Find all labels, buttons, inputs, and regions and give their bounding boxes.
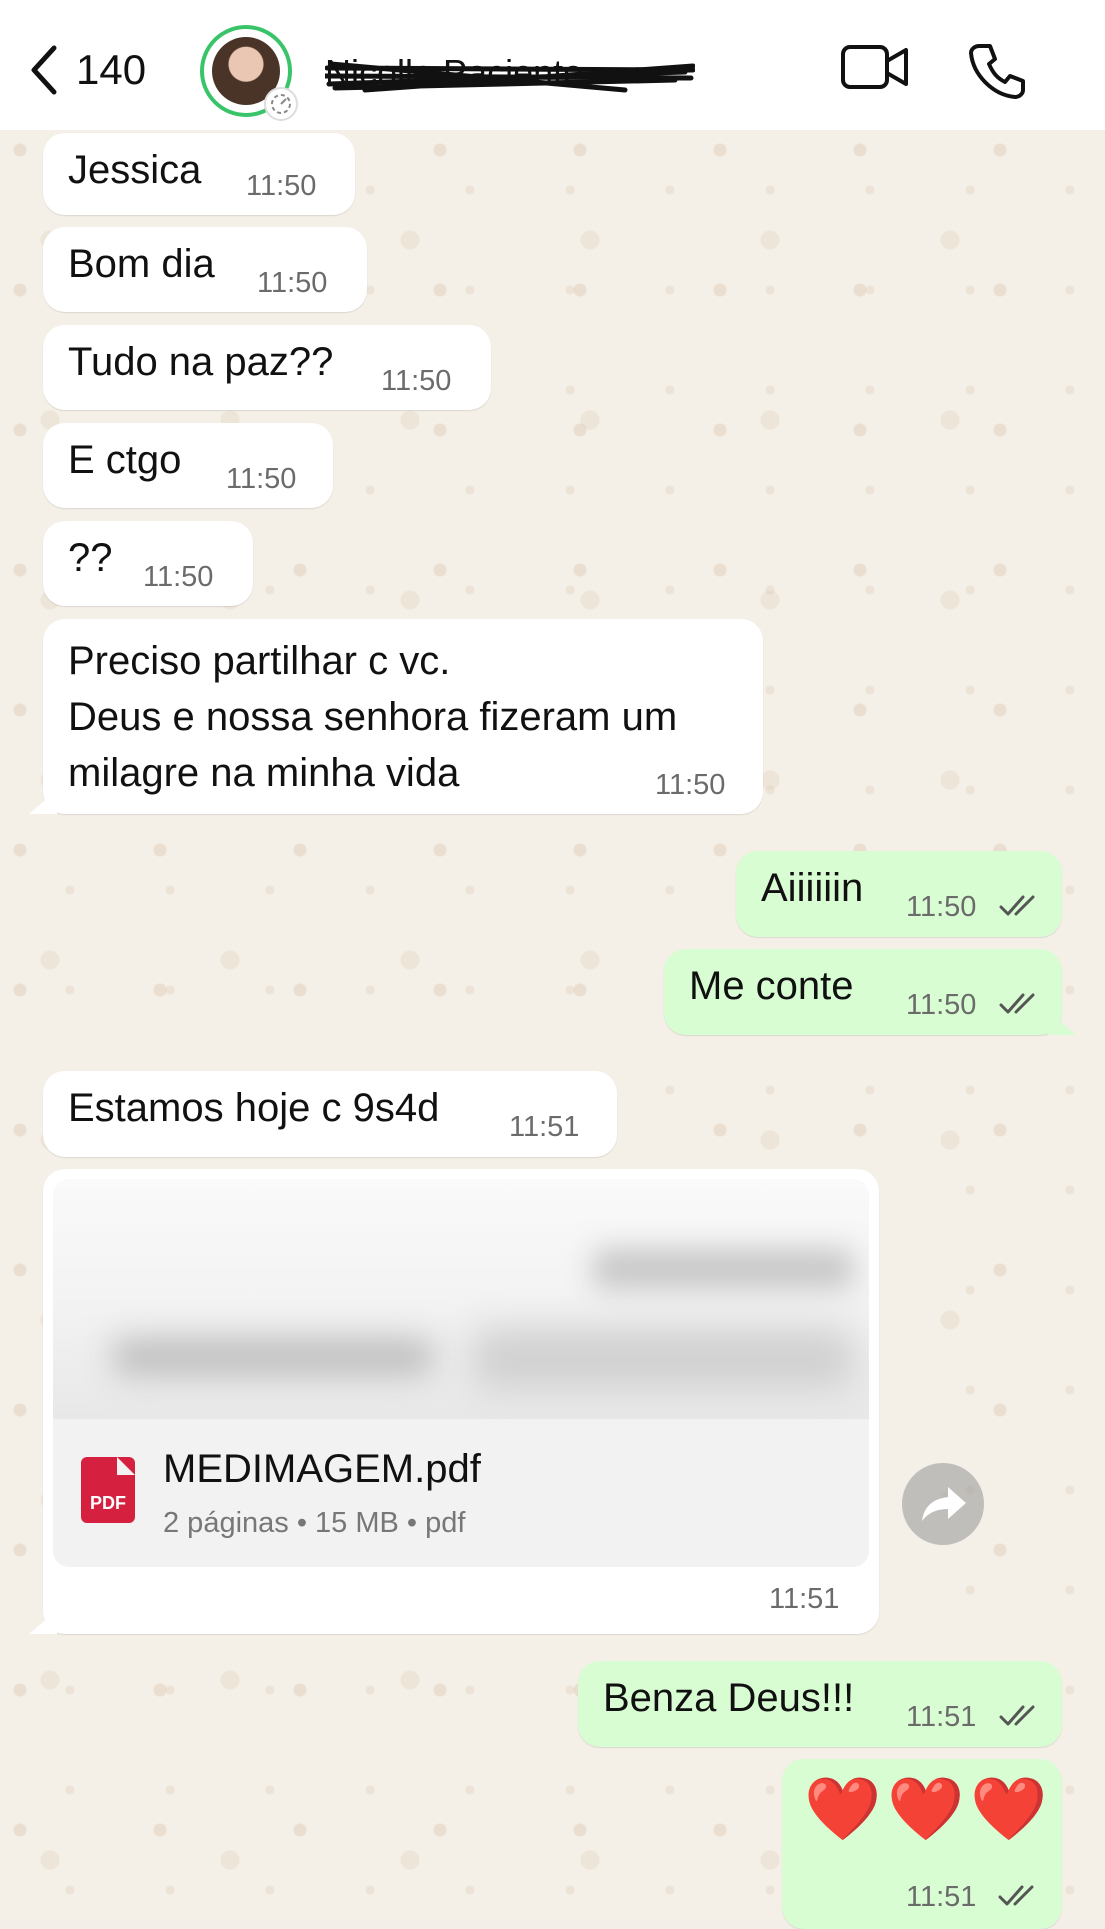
document-name: MEDIMAGEM.pdf [163, 1447, 481, 1491]
message-time: 11:50 [246, 170, 317, 202]
pdf-file-icon: PDF [81, 1457, 135, 1523]
message-line: Preciso partilhar c vc. [68, 639, 451, 683]
phone-icon[interactable] [968, 42, 1026, 100]
message-text: Bom dia [68, 242, 215, 286]
message-text: Me conte [689, 964, 854, 1008]
bubble-tail [29, 1610, 57, 1634]
message-text: ?? [68, 536, 113, 580]
double-check-icon [998, 1885, 1034, 1906]
forward-button[interactable] [902, 1463, 984, 1545]
message-time: 11:50 [655, 769, 726, 801]
unread-count: 140 [76, 46, 147, 93]
message-time: 11:50 [143, 561, 214, 593]
message-text: E ctgo [68, 438, 182, 482]
message-text: Aiiiiiin [761, 866, 864, 910]
status-update-icon [264, 87, 298, 121]
message-outgoing[interactable]: Aiiiiiin 11:50 [736, 851, 1062, 937]
message-incoming[interactable]: Jessica 11:50 [43, 133, 355, 215]
back-button[interactable]: 140 [28, 44, 146, 96]
message-incoming[interactable]: Bom dia 11:50 [43, 227, 367, 312]
document-preview[interactable] [53, 1179, 869, 1419]
bubble-tail [29, 790, 57, 814]
double-check-icon [999, 895, 1035, 916]
message-incoming[interactable]: Preciso partilhar c vc. Deus e nossa sen… [29, 619, 763, 814]
message-text-multiline: Preciso partilhar c vc. Deus e nossa sen… [68, 633, 677, 801]
message-text: Jessica [68, 148, 202, 192]
message-text: Tudo na paz?? [68, 340, 334, 384]
message-time: 11:51 [906, 1701, 977, 1733]
message-time: 11:51 [509, 1111, 580, 1143]
message-outgoing[interactable]: Benza Deus!!! 11:51 [578, 1661, 1062, 1747]
message-time: 11:51 [769, 1583, 840, 1615]
message-time: 11:51 [906, 1881, 977, 1913]
emoji-hearts: ❤️❤️❤️ [804, 1775, 1054, 1844]
message-incoming[interactable]: ?? 11:50 [43, 521, 253, 606]
document-meta: 2 páginas • 15 MB • pdf [163, 1507, 466, 1539]
message-time: 11:50 [257, 267, 328, 299]
message-text: Estamos hoje c 9s4d [68, 1086, 440, 1130]
message-time: 11:50 [226, 463, 297, 495]
contact-avatar[interactable] [200, 25, 298, 121]
message-document[interactable]: PDF MEDIMAGEM.pdf 2 páginas • 15 MB • pd… [29, 1169, 879, 1634]
redaction-scribble [325, 61, 695, 93]
double-check-icon [999, 993, 1035, 1014]
chat-area[interactable]: Jessica 11:50 Bom dia 11:50 Tudo na paz?… [0, 130, 1105, 1929]
document-info[interactable]: PDF MEDIMAGEM.pdf 2 páginas • 15 MB • pd… [53, 1419, 869, 1567]
double-check-icon [999, 1705, 1035, 1726]
chat-header: 140 Nicolle Paciente [0, 0, 1105, 130]
message-line: milagre na minha vida [68, 751, 460, 795]
message-text: Benza Deus!!! [603, 1676, 855, 1720]
forward-icon [922, 1487, 966, 1521]
message-line: Deus e nossa senhora fizeram um [68, 695, 678, 739]
message-time: 11:50 [906, 989, 977, 1021]
chevron-left-icon [31, 45, 57, 95]
message-incoming[interactable]: Estamos hoje c 9s4d 11:51 [43, 1071, 617, 1157]
bubble-tail [1048, 1011, 1076, 1035]
pdf-icon-label: PDF [90, 1493, 126, 1513]
message-outgoing[interactable]: ❤️❤️❤️ 11:51 [782, 1759, 1062, 1929]
message-time: 11:50 [381, 365, 452, 397]
video-camera-icon[interactable] [840, 42, 910, 92]
message-outgoing[interactable]: Me conte 11:50 [664, 949, 1076, 1035]
message-incoming[interactable]: Tudo na paz?? 11:50 [43, 325, 491, 410]
message-incoming[interactable]: E ctgo 11:50 [43, 423, 333, 508]
message-time: 11:50 [906, 891, 977, 923]
